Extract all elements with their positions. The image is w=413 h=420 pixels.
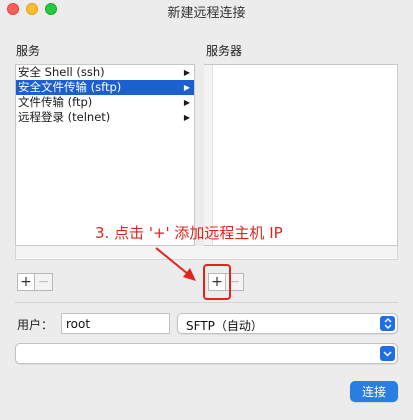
protocol-select[interactable]: SFTP（自动）	[177, 313, 398, 334]
annotation-highlight-box	[203, 264, 231, 300]
protocol-value: SFTP（自动）	[186, 319, 263, 333]
chevron-down-icon	[380, 346, 395, 361]
service-add-remove: + −	[17, 273, 53, 291]
user-label: 用户：	[17, 318, 54, 332]
host-select[interactable]	[15, 343, 398, 364]
chevron-updown-icon	[380, 316, 395, 331]
remove-service-button[interactable]: −	[35, 273, 53, 291]
add-service-button[interactable]: +	[17, 273, 35, 291]
connect-button[interactable]: 连接	[350, 381, 398, 402]
divider	[15, 302, 398, 303]
user-input[interactable]	[61, 313, 170, 334]
